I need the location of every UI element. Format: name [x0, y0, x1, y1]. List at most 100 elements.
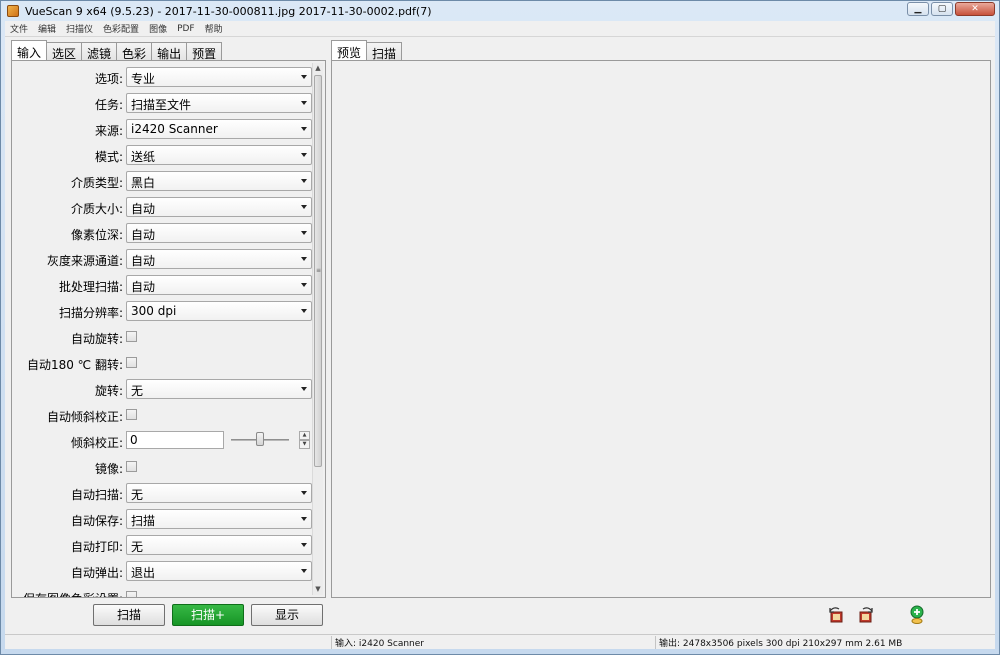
row-resolution: 扫描分辨率: 300 dpi — [12, 301, 312, 321]
mirror-label: 镜像: — [94, 462, 123, 476]
tab-crop[interactable]: 选区 — [46, 42, 83, 61]
tab-preview[interactable]: 预览 — [331, 40, 368, 61]
window-controls: ▁ ▢ ✕ — [907, 2, 995, 16]
row-rotate: 旋转: 无 — [12, 379, 312, 399]
chevron-down-icon — [301, 309, 307, 313]
window-title: VueScan 9 x64 (9.5.23) - 2017-11-30-0008… — [25, 4, 432, 18]
row-auto-scan: 自动扫描: 无 — [12, 483, 312, 503]
status-divider — [655, 636, 656, 649]
scan-plus-button[interactable]: 扫描+ — [172, 604, 244, 626]
row-task: 任务: 扫描至文件 — [12, 93, 312, 113]
chevron-down-icon — [301, 231, 307, 235]
mode-select[interactable]: 送纸 — [126, 145, 312, 165]
row-save-color: 保存图像色彩设置: — [12, 587, 312, 597]
row-media-size: 介质大小: 自动 — [12, 197, 312, 217]
bit-depth-select[interactable]: 自动 — [126, 223, 312, 243]
menu-pdf[interactable]: PDF — [172, 24, 200, 34]
task-select[interactable]: 扫描至文件 — [126, 93, 312, 113]
gray-channel-select[interactable]: 自动 — [126, 249, 312, 269]
chevron-down-icon — [301, 205, 307, 209]
tab-scan[interactable]: 扫描 — [366, 42, 403, 61]
deskew-label: 倾斜校正: — [70, 436, 123, 450]
task-label: 任务: — [94, 98, 123, 112]
row-auto-rotate: 自动旋转: — [12, 327, 312, 347]
options-select[interactable]: 专业 — [126, 67, 312, 87]
resolution-select[interactable]: 300 dpi — [126, 301, 312, 321]
deskew-spinner[interactable]: ▲ ▼ — [299, 431, 310, 449]
view-tabs: 预览 扫描 — [331, 40, 403, 61]
batch-scan-label: 批处理扫描: — [58, 280, 123, 294]
tab-input[interactable]: 输入 — [11, 40, 48, 61]
menu-file[interactable]: 文件 — [5, 22, 33, 35]
auto-rotate-checkbox[interactable] — [126, 331, 137, 342]
media-type-label: 介质类型: — [70, 176, 123, 190]
chevron-down-icon — [301, 179, 307, 183]
chevron-down-icon — [301, 569, 307, 573]
deskew-input[interactable]: 0 — [126, 431, 224, 449]
chevron-down-icon — [301, 153, 307, 157]
media-type-select[interactable]: 黑白 — [126, 171, 312, 191]
chevron-down-icon — [301, 75, 307, 79]
client-area: 输入 选区 滤镜 色彩 输出 预置 选项: 专业 任务: 扫描至文件 来源: i… — [5, 37, 995, 649]
resolution-label: 扫描分辨率: — [58, 306, 123, 320]
deskew-slider-handle[interactable] — [256, 432, 264, 446]
scan-button[interactable]: 扫描 — [93, 604, 165, 626]
auto-save-select[interactable]: 扫描 — [126, 509, 312, 529]
menu-help[interactable]: 帮助 — [200, 22, 228, 35]
preview-area[interactable] — [331, 60, 991, 598]
chevron-down-icon — [301, 101, 307, 105]
media-size-select[interactable]: 自动 — [126, 197, 312, 217]
menu-scanner[interactable]: 扫描仪 — [61, 22, 98, 35]
menu-image[interactable]: 图像 — [144, 22, 172, 35]
source-select[interactable]: i2420 Scanner — [126, 119, 312, 139]
row-mode: 模式: 送纸 — [12, 145, 312, 165]
minimize-button[interactable]: ▁ — [907, 2, 929, 16]
tab-prefs[interactable]: 预置 — [186, 42, 223, 61]
auto-eject-select[interactable]: 退出 — [126, 561, 312, 581]
spin-up-icon[interactable]: ▲ — [299, 431, 310, 440]
auto-flip-label: 自动180 ℃ 翻转: — [26, 358, 123, 372]
chevron-down-icon — [301, 283, 307, 287]
settings-scrollbar[interactable]: ▲ ▼ — [312, 63, 323, 595]
tab-color[interactable]: 色彩 — [116, 42, 153, 61]
zoom-in-icon[interactable] — [907, 605, 927, 625]
scroll-up-icon[interactable]: ▲ — [313, 63, 323, 74]
row-auto-print: 自动打印: 无 — [12, 535, 312, 555]
row-auto-eject: 自动弹出: 退出 — [12, 561, 312, 581]
show-button[interactable]: 显示 — [251, 604, 323, 626]
menu-bar: 文件 编辑 扫描仪 色彩配置 图像 PDF 帮助 — [5, 21, 995, 37]
options-label: 选项: — [94, 72, 123, 86]
auto-print-select[interactable]: 无 — [126, 535, 312, 555]
row-gray-channel: 灰度来源通道: 自动 — [12, 249, 312, 269]
row-media-type: 介质类型: 黑白 — [12, 171, 312, 191]
mirror-checkbox[interactable] — [126, 461, 137, 472]
rotate-left-icon[interactable] — [827, 605, 847, 625]
close-button[interactable]: ✕ — [955, 2, 995, 16]
row-mirror: 镜像: — [12, 457, 312, 477]
scroll-down-icon[interactable]: ▼ — [313, 584, 323, 595]
tab-output[interactable]: 输出 — [151, 42, 188, 61]
media-size-label: 介质大小: — [70, 202, 123, 216]
splitter-grip-icon[interactable]: ≡ — [316, 267, 321, 275]
chevron-down-icon — [301, 517, 307, 521]
tab-filter[interactable]: 滤镜 — [81, 42, 118, 61]
status-bar: 输入: i2420 Scanner 输出: 2478x3506 pixels 3… — [5, 634, 995, 649]
row-batch-scan: 批处理扫描: 自动 — [12, 275, 312, 295]
maximize-button[interactable]: ▢ — [931, 2, 953, 16]
menu-color-profile[interactable]: 色彩配置 — [98, 22, 144, 35]
auto-scan-select[interactable]: 无 — [126, 483, 312, 503]
rotate-right-icon[interactable] — [855, 605, 875, 625]
spin-down-icon[interactable]: ▼ — [299, 440, 310, 449]
auto-deskew-checkbox[interactable] — [126, 409, 137, 420]
chevron-down-icon — [301, 257, 307, 261]
menu-edit[interactable]: 编辑 — [33, 22, 61, 35]
auto-print-label: 自动打印: — [70, 540, 123, 554]
batch-scan-select[interactable]: 自动 — [126, 275, 312, 295]
auto-flip-checkbox[interactable] — [126, 357, 137, 368]
status-input: 输入: i2420 Scanner — [335, 639, 424, 649]
gray-channel-label: 灰度来源通道: — [46, 254, 123, 268]
rotate-select[interactable]: 无 — [126, 379, 312, 399]
vuescan-app-icon — [7, 5, 19, 17]
save-color-checkbox[interactable] — [126, 591, 137, 597]
row-deskew: 倾斜校正: 0 ▲ ▼ — [12, 431, 312, 451]
